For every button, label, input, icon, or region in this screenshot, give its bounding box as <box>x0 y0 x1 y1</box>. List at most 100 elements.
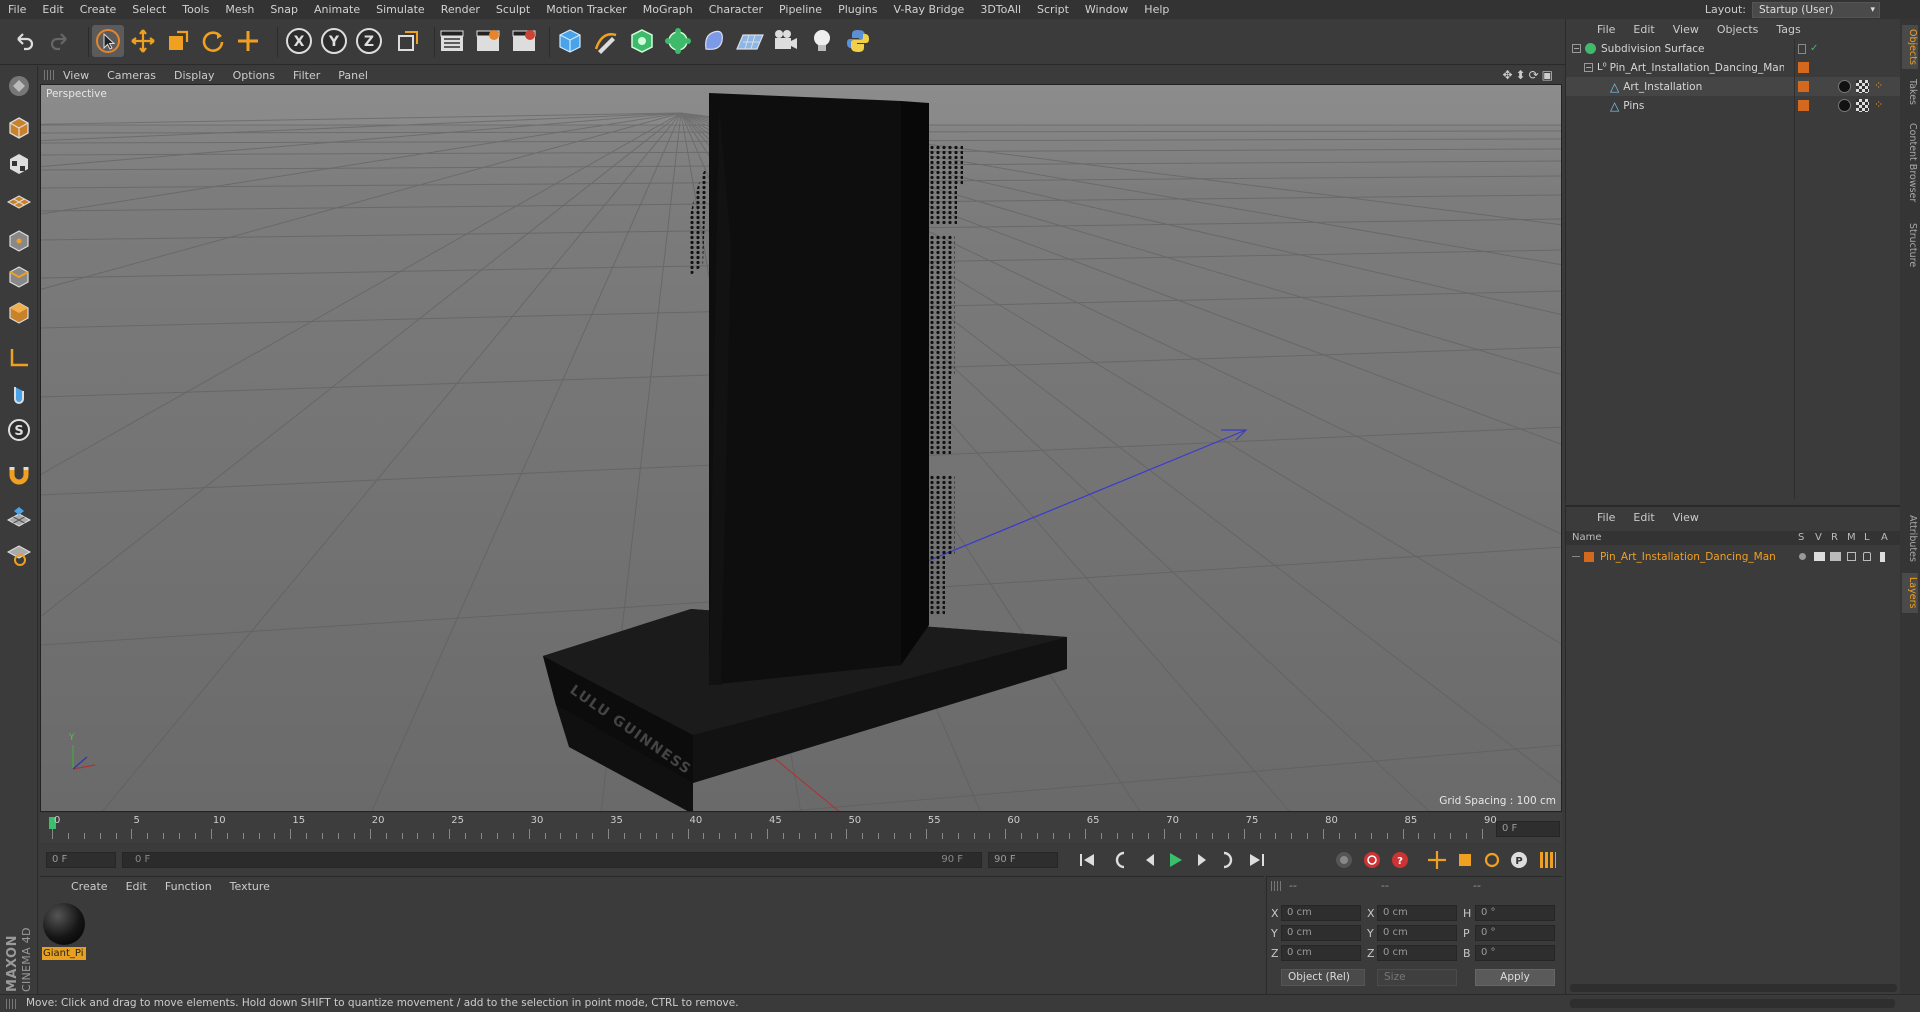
material-menu-create[interactable]: Create <box>62 880 117 893</box>
menu-animate[interactable]: Animate <box>306 0 368 19</box>
coord-pos-y-field[interactable]: 0 cm <box>1281 925 1361 941</box>
key-position-icon[interactable] <box>1428 851 1446 869</box>
layer-manager-toggle[interactable] <box>1847 552 1856 561</box>
phong-tag-icon[interactable]: ⁘ <box>1874 79 1883 92</box>
layer-col-name[interactable]: Name <box>1572 532 1602 543</box>
viewport-nav-icons[interactable]: ✥⬍⟳▣ <box>1502 68 1556 82</box>
menu-tools[interactable]: Tools <box>174 0 217 19</box>
object-menu-file[interactable]: File <box>1588 23 1624 36</box>
coord-pos-z-field[interactable]: 0 cm <box>1281 945 1361 961</box>
subdivision-nurbs-icon[interactable] <box>626 25 658 57</box>
rotate-icon[interactable] <box>197 25 229 57</box>
tab-layers[interactable]: Layers <box>1902 573 1918 613</box>
layer-color-swatch[interactable] <box>1798 100 1809 111</box>
layer-col-locked[interactable]: L <box>1864 532 1870 543</box>
layer-color-swatch[interactable] <box>1798 62 1809 73</box>
menu-vray-bridge[interactable]: V-Ray Bridge <box>885 0 972 19</box>
point-level-animation-icon[interactable] <box>1540 852 1556 868</box>
object-row-subdivision-surface[interactable]: − Subdivision Surface ✓ <box>1566 39 1901 58</box>
tab-structure[interactable]: Structure <box>1902 217 1918 273</box>
menu-pipeline[interactable]: Pipeline <box>771 0 830 19</box>
timeline-ruler[interactable]: 0 5 10 15 20 25 30 35 40 45 50 55 60 65 70 75 80 85 90 0 F <box>40 813 1562 843</box>
next-key-icon[interactable] <box>1223 851 1233 869</box>
snap-icon[interactable]: S <box>4 415 34 445</box>
object-menu-objects[interactable]: Objects <box>1708 23 1768 36</box>
coord-rot-b-field[interactable]: 0 ° <box>1475 945 1555 961</box>
menu-sculpt[interactable]: Sculpt <box>488 0 538 19</box>
pen-spline-icon[interactable] <box>590 25 622 57</box>
keyframe-selection-icon[interactable]: ? <box>1392 852 1408 868</box>
edges-mode-icon[interactable] <box>4 262 34 292</box>
texture-mode-icon[interactable] <box>4 149 34 179</box>
layer-color-swatch[interactable] <box>1584 551 1594 562</box>
object-menu-edit[interactable]: Edit <box>1624 23 1663 36</box>
expand-icon[interactable]: − <box>1572 44 1581 53</box>
viewport-menu-filter[interactable]: Filter <box>284 69 329 82</box>
menu-character[interactable]: Character <box>701 0 771 19</box>
coord-pos-x-field[interactable]: 0 cm <box>1281 905 1361 921</box>
phong-tag-icon[interactable]: ⁘ <box>1874 98 1883 111</box>
select-arrow-icon[interactable] <box>92 25 124 57</box>
viewport-menu-options[interactable]: Options <box>224 69 284 82</box>
range-slider[interactable]: 0 F 90 F <box>122 852 982 868</box>
cube-primitive-icon[interactable] <box>554 25 586 57</box>
layer-solo-toggle[interactable] <box>1799 553 1806 560</box>
menu-mograph[interactable]: MoGraph <box>635 0 701 19</box>
scale-icon[interactable] <box>162 25 194 57</box>
layer-col-render[interactable]: R <box>1831 532 1838 543</box>
menu-motion-tracker[interactable]: Motion Tracker <box>538 0 634 19</box>
menu-snap[interactable]: Snap <box>262 0 306 19</box>
magnet-icon[interactable] <box>4 459 34 489</box>
key-parameter-icon[interactable]: P <box>1511 852 1527 868</box>
tab-objects[interactable]: Objects <box>1902 25 1918 69</box>
menu-file[interactable]: File <box>0 0 34 19</box>
menu-mesh[interactable]: Mesh <box>217 0 262 19</box>
coord-rot-p-field[interactable]: 0 ° <box>1475 925 1555 941</box>
layer-col-solo[interactable]: S <box>1798 532 1804 543</box>
material-menu-function[interactable]: Function <box>156 880 221 893</box>
tab-attributes[interactable]: Attributes <box>1902 509 1918 567</box>
start-frame-field[interactable]: 0 F <box>46 852 116 868</box>
material-tag-icon[interactable] <box>1838 80 1851 93</box>
layer-view-toggle[interactable] <box>1814 552 1825 561</box>
points-mode-icon[interactable] <box>4 226 34 256</box>
tab-takes[interactable]: Takes <box>1902 75 1918 109</box>
x-axis-icon[interactable]: X <box>283 25 315 57</box>
menu-script[interactable]: Script <box>1029 0 1077 19</box>
material-menu-texture[interactable]: Texture <box>221 880 279 893</box>
coord-size-x-field[interactable]: 0 cm <box>1377 905 1457 921</box>
texture-tag-icon[interactable] <box>1856 99 1869 112</box>
camera-icon[interactable] <box>770 25 802 57</box>
menu-help[interactable]: Help <box>1136 0 1177 19</box>
undo-icon[interactable] <box>8 25 40 57</box>
tweak-mode-icon[interactable] <box>4 379 34 409</box>
make-editable-icon[interactable] <box>4 71 34 101</box>
world-coords-icon[interactable] <box>392 25 424 57</box>
record-keys-icon[interactable] <box>1336 852 1352 868</box>
layout-select[interactable]: Startup (User) <box>1752 1 1880 18</box>
workplane-mode-icon[interactable] <box>4 184 34 214</box>
menu-simulate[interactable]: Simulate <box>368 0 433 19</box>
axis-mode-icon[interactable] <box>4 343 34 373</box>
model-mode-icon[interactable] <box>4 113 34 143</box>
python-icon[interactable] <box>842 25 874 57</box>
deformer-icon[interactable] <box>698 25 730 57</box>
layer-hscroll[interactable] <box>1570 984 1897 992</box>
layer-col-view[interactable]: V <box>1815 532 1822 543</box>
apply-button[interactable]: Apply <box>1475 969 1555 986</box>
status-right-scroll[interactable] <box>1570 999 1895 1008</box>
menu-window[interactable]: Window <box>1077 0 1136 19</box>
viewport-menu-panel[interactable]: Panel <box>329 69 377 82</box>
viewport-perspective[interactable]: LULU GUINNESS Perspective Y Grid Spacing… <box>40 84 1562 812</box>
coord-rot-h-field[interactable]: 0 ° <box>1475 905 1555 921</box>
object-row-art-installation[interactable]: △ Art_Installation ⁘ <box>1566 77 1901 96</box>
locked-workplane-icon[interactable] <box>4 538 34 568</box>
object-menu-tags[interactable]: Tags <box>1767 23 1809 36</box>
key-scale-icon[interactable] <box>1459 854 1471 866</box>
tab-content-browser[interactable]: Content Browser <box>1902 115 1918 211</box>
current-frame-field[interactable]: 0 F <box>1496 821 1560 837</box>
next-frame-icon[interactable] <box>1198 854 1206 866</box>
enabled-check-icon[interactable]: ✓ <box>1810 43 1818 54</box>
layer-render-toggle[interactable] <box>1830 552 1841 561</box>
material-tag-icon[interactable] <box>1838 99 1851 112</box>
